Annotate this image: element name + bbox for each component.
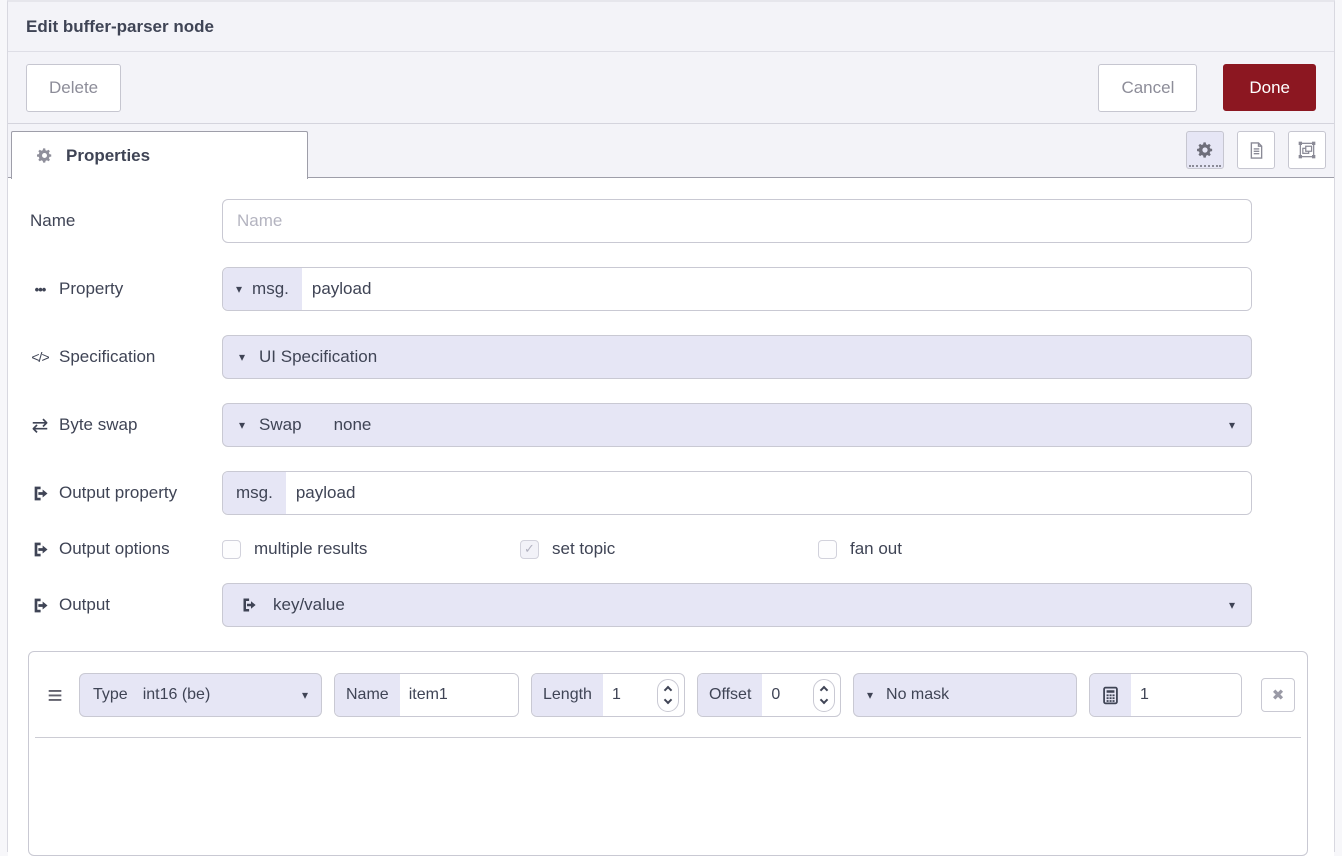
item-divider <box>35 737 1301 738</box>
output-row: Output key/value ▾ <box>30 583 1252 627</box>
sign-out-icon <box>30 597 50 614</box>
appearance-icon <box>1297 140 1317 160</box>
ellipsis-icon: ••• <box>30 282 50 297</box>
name-label: Name <box>30 211 222 231</box>
output-options-label: Output options <box>30 539 222 559</box>
caret-down-icon: ▾ <box>1229 419 1235 431</box>
code-icon: </> <box>30 349 50 365</box>
caret-down-icon: ▾ <box>867 689 873 701</box>
drag-handle-icon[interactable]: ≡ <box>43 682 67 708</box>
item-name-field: Name <box>334 673 519 717</box>
chevron-up-icon <box>820 686 828 694</box>
output-label: Output <box>30 595 222 615</box>
node-appearance-button[interactable] <box>1288 131 1326 169</box>
specification-label: </> Specification <box>30 347 222 367</box>
item-mask-value: No mask <box>886 686 949 704</box>
caret-down-icon: ▾ <box>239 419 245 431</box>
property-type-label: msg. <box>252 279 289 299</box>
item-name-input[interactable] <box>400 674 518 716</box>
option-set-topic[interactable]: ✓ set topic <box>520 539 818 559</box>
item-scale-field <box>1089 673 1242 717</box>
name-row: Name <box>30 199 1252 243</box>
byte-swap-value: none <box>334 415 372 435</box>
dialog-toolbar: Delete Cancel Done <box>8 52 1334 124</box>
specification-value: UI Specification <box>259 347 377 367</box>
output-options-row: Output options ✓ multiple results ✓ set … <box>30 539 1252 559</box>
item-offset-input[interactable] <box>762 674 813 716</box>
option-fan-out[interactable]: ✓ fan out <box>818 539 1116 559</box>
property-value-input[interactable] <box>302 268 1251 310</box>
offset-stepper[interactable] <box>813 679 835 712</box>
byte-swap-row: ⇄ Byte swap ▾ Swap none ▾ <box>30 403 1252 447</box>
property-type-button[interactable]: ▾ msg. <box>223 268 302 310</box>
item-scale-input[interactable] <box>1131 674 1241 716</box>
sign-out-icon <box>30 541 50 558</box>
item-name-label: Name <box>335 674 400 716</box>
chevron-down-icon <box>664 696 672 704</box>
chevron-down-icon <box>820 696 828 704</box>
item-type-value: int16 (be) <box>143 686 211 704</box>
gear-icon <box>1196 141 1214 159</box>
output-property-value-input[interactable] <box>286 472 1251 514</box>
output-property-type-label: msg. <box>223 472 286 514</box>
item-mask-select[interactable]: ▾ No mask <box>853 673 1077 717</box>
node-description-button[interactable] <box>1237 131 1275 169</box>
properties-form: Name ••• Property ▾ msg. </> Specificati <box>8 178 1334 856</box>
sign-out-icon <box>239 597 259 613</box>
dialog-title: Edit buffer-parser node <box>26 17 214 37</box>
checkbox-fan-out[interactable]: ✓ <box>818 540 837 559</box>
item-length-field: Length <box>531 673 685 717</box>
name-input[interactable] <box>222 199 1252 243</box>
checkbox-set-topic[interactable]: ✓ <box>520 540 539 559</box>
tab-properties-label: Properties <box>66 146 150 166</box>
gear-icon <box>34 147 54 164</box>
dialog-header: Edit buffer-parser node <box>8 2 1334 52</box>
byte-swap-prefix: Swap <box>259 415 302 435</box>
output-property-row: Output property msg. <box>30 471 1252 515</box>
edit-node-dialog: Edit buffer-parser node Delete Cancel Do… <box>7 0 1335 852</box>
tab-properties[interactable]: Properties <box>11 131 308 179</box>
checkbox-multiple-results[interactable]: ✓ <box>222 540 241 559</box>
remove-item-button[interactable]: ✖ <box>1261 678 1295 712</box>
toolbar-right-group: Cancel Done <box>1098 64 1316 112</box>
output-value: key/value <box>273 595 345 615</box>
swap-arrows-icon: ⇄ <box>30 413 50 438</box>
items-container: ≡ Type int16 (be) ▾ Name Length <box>28 651 1308 856</box>
item-type-select[interactable]: Type int16 (be) ▾ <box>79 673 322 717</box>
caret-down-icon: ▾ <box>1229 599 1235 611</box>
calculator-icon <box>1090 674 1131 716</box>
parser-item-row: ≡ Type int16 (be) ▾ Name Length <box>29 652 1307 737</box>
item-type-label: Type <box>93 686 128 704</box>
property-typed-input: ▾ msg. <box>222 267 1252 311</box>
item-offset-label: Offset <box>698 674 762 716</box>
length-stepper[interactable] <box>657 679 679 712</box>
chevron-up-icon <box>664 686 672 694</box>
item-offset-field: Offset <box>697 673 841 717</box>
item-length-input[interactable] <box>603 674 657 716</box>
caret-down-icon: ▾ <box>239 351 245 363</box>
tab-action-buttons <box>1186 131 1326 169</box>
property-row: ••• Property ▾ msg. <box>30 267 1252 311</box>
caret-down-icon: ▾ <box>302 689 308 701</box>
cancel-button[interactable]: Cancel <box>1098 64 1197 112</box>
output-select[interactable]: key/value ▾ <box>222 583 1252 627</box>
close-icon: ✖ <box>1272 686 1285 704</box>
output-property-label: Output property <box>30 483 222 503</box>
check-icon: ✓ <box>524 541 535 557</box>
specification-row: </> Specification ▾ UI Specification <box>30 335 1252 379</box>
output-property-typed-input: msg. <box>222 471 1252 515</box>
specification-select[interactable]: ▾ UI Specification <box>222 335 1252 379</box>
tab-bar: Properties <box>8 124 1334 178</box>
byte-swap-label: ⇄ Byte swap <box>30 413 222 438</box>
property-label: ••• Property <box>30 279 222 299</box>
document-icon <box>1247 141 1266 160</box>
done-button[interactable]: Done <box>1223 64 1316 111</box>
byte-swap-select[interactable]: ▾ Swap none ▾ <box>222 403 1252 447</box>
sign-out-icon <box>30 485 50 502</box>
node-settings-button[interactable] <box>1186 131 1224 169</box>
caret-down-icon: ▾ <box>236 283 242 295</box>
option-multiple-results[interactable]: ✓ multiple results <box>222 539 520 559</box>
item-length-label: Length <box>532 674 603 716</box>
delete-button[interactable]: Delete <box>26 64 121 112</box>
